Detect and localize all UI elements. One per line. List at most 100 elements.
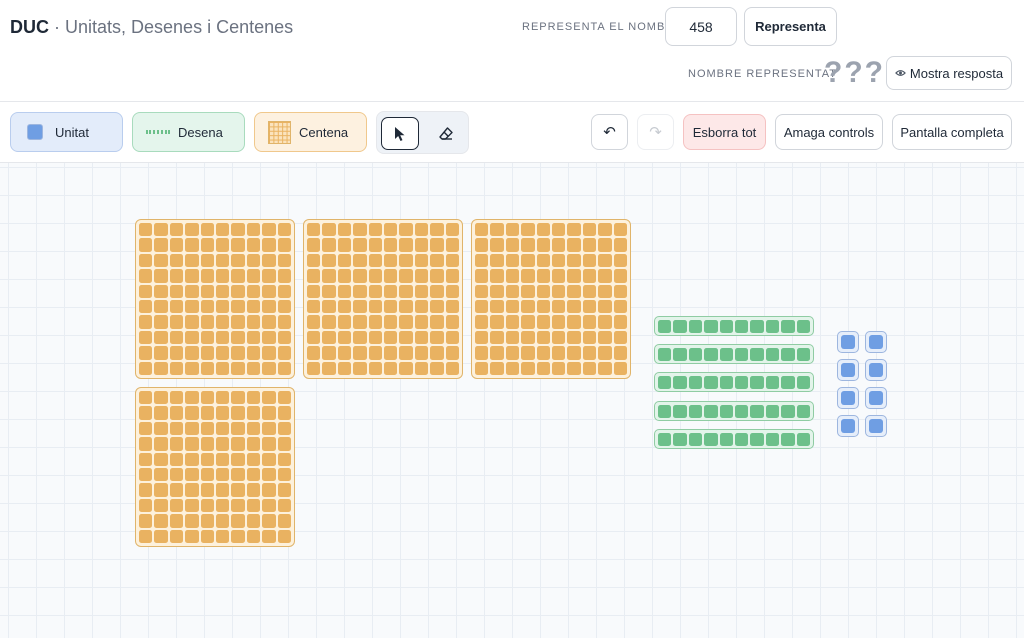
block-cell bbox=[215, 315, 230, 329]
block-cell bbox=[383, 253, 398, 268]
toolbar: Unitat Desena Centena ↶ ↷ Esborra tot Am… bbox=[0, 102, 1024, 163]
clear-all-button[interactable]: Esborra tot bbox=[683, 114, 766, 150]
block-cell bbox=[200, 529, 214, 543]
workspace-canvas[interactable] bbox=[0, 163, 1024, 638]
block-cell bbox=[185, 238, 199, 252]
block-cell bbox=[414, 315, 429, 329]
show-answer-button[interactable]: Mostra resposta bbox=[886, 56, 1012, 90]
block-cell bbox=[613, 330, 627, 345]
hide-controls-button[interactable]: Amaga controls bbox=[775, 114, 883, 150]
block-cell bbox=[841, 363, 855, 377]
represented-value: ??? bbox=[824, 56, 885, 89]
block-cell bbox=[734, 319, 749, 333]
block-cell bbox=[200, 284, 214, 298]
block-cell bbox=[399, 330, 413, 345]
block-cell bbox=[536, 346, 550, 360]
block-cell bbox=[246, 421, 261, 436]
block-cell bbox=[505, 299, 520, 314]
block-cell bbox=[613, 269, 627, 283]
block-cell bbox=[869, 363, 883, 377]
block-cell bbox=[796, 319, 810, 333]
block-cell bbox=[521, 269, 535, 283]
ten-swatch-icon bbox=[146, 130, 170, 134]
block-cell bbox=[704, 375, 718, 389]
unit-block[interactable] bbox=[865, 387, 887, 409]
unit-block[interactable] bbox=[865, 359, 887, 381]
fullscreen-button[interactable]: Pantalla completa bbox=[892, 114, 1012, 150]
block-cell bbox=[567, 346, 581, 360]
block-cell bbox=[673, 432, 687, 446]
block-cell bbox=[399, 284, 413, 298]
block-cell bbox=[383, 361, 398, 375]
hundred-block[interactable] bbox=[471, 219, 631, 379]
block-cell bbox=[521, 238, 535, 252]
block-cell bbox=[246, 361, 261, 375]
block-cell bbox=[505, 284, 520, 298]
block-cell bbox=[215, 223, 230, 237]
ten-block[interactable] bbox=[654, 401, 814, 421]
block-cell bbox=[490, 269, 504, 283]
unit-block[interactable] bbox=[865, 415, 887, 437]
ten-block[interactable] bbox=[654, 316, 814, 336]
block-cell bbox=[246, 529, 261, 543]
block-cell bbox=[246, 483, 261, 497]
block-cell bbox=[215, 437, 230, 451]
hundred-block[interactable] bbox=[303, 219, 463, 379]
undo-button[interactable]: ↶ bbox=[591, 114, 628, 150]
block-cell bbox=[567, 284, 581, 298]
select-tool[interactable] bbox=[381, 117, 419, 150]
block-cell bbox=[582, 346, 597, 360]
hundred-block[interactable] bbox=[135, 219, 295, 379]
add-unit-button[interactable]: Unitat bbox=[10, 112, 123, 152]
ten-block[interactable] bbox=[654, 429, 814, 449]
block-cell bbox=[430, 253, 444, 268]
unit-block[interactable] bbox=[837, 331, 859, 353]
add-ten-button[interactable]: Desena bbox=[132, 112, 245, 152]
ten-block[interactable] bbox=[654, 372, 814, 392]
number-input[interactable] bbox=[665, 7, 737, 46]
block-cell bbox=[215, 498, 230, 513]
block-cell bbox=[582, 269, 597, 283]
redo-button[interactable]: ↷ bbox=[637, 114, 674, 150]
block-cell bbox=[399, 253, 413, 268]
block-cell bbox=[658, 347, 672, 361]
block-cell bbox=[200, 253, 214, 268]
block-cell bbox=[200, 361, 214, 375]
block-cell bbox=[322, 223, 336, 237]
block-cell bbox=[169, 223, 184, 237]
block-cell bbox=[368, 269, 382, 283]
block-cell bbox=[781, 375, 795, 389]
add-hundred-button[interactable]: Centena bbox=[254, 112, 367, 152]
block-cell bbox=[869, 419, 883, 433]
block-cell bbox=[337, 330, 352, 345]
block-cell bbox=[277, 529, 291, 543]
block-cell bbox=[445, 269, 459, 283]
block-cell bbox=[215, 361, 230, 375]
unit-block[interactable] bbox=[837, 387, 859, 409]
block-cell bbox=[246, 406, 261, 420]
unit-block[interactable] bbox=[837, 415, 859, 437]
ten-block[interactable] bbox=[654, 344, 814, 364]
block-cell bbox=[869, 335, 883, 349]
block-cell bbox=[277, 299, 291, 314]
block-cell bbox=[200, 498, 214, 513]
block-cell bbox=[796, 432, 810, 446]
block-cell bbox=[200, 269, 214, 283]
block-cell bbox=[154, 253, 168, 268]
block-cell bbox=[154, 391, 168, 405]
hundred-block[interactable] bbox=[135, 387, 295, 547]
block-cell bbox=[781, 347, 795, 361]
block-cell bbox=[445, 299, 459, 314]
represent-button[interactable]: Representa bbox=[744, 7, 837, 46]
block-cell bbox=[231, 437, 245, 451]
block-cell bbox=[200, 238, 214, 252]
block-cell bbox=[490, 315, 504, 329]
unit-block[interactable] bbox=[837, 359, 859, 381]
block-cell bbox=[551, 253, 566, 268]
block-cell bbox=[169, 437, 184, 451]
block-cell bbox=[582, 315, 597, 329]
block-cell bbox=[215, 253, 230, 268]
unit-block[interactable] bbox=[865, 331, 887, 353]
block-cell bbox=[582, 361, 597, 375]
eraser-tool[interactable] bbox=[427, 117, 465, 150]
